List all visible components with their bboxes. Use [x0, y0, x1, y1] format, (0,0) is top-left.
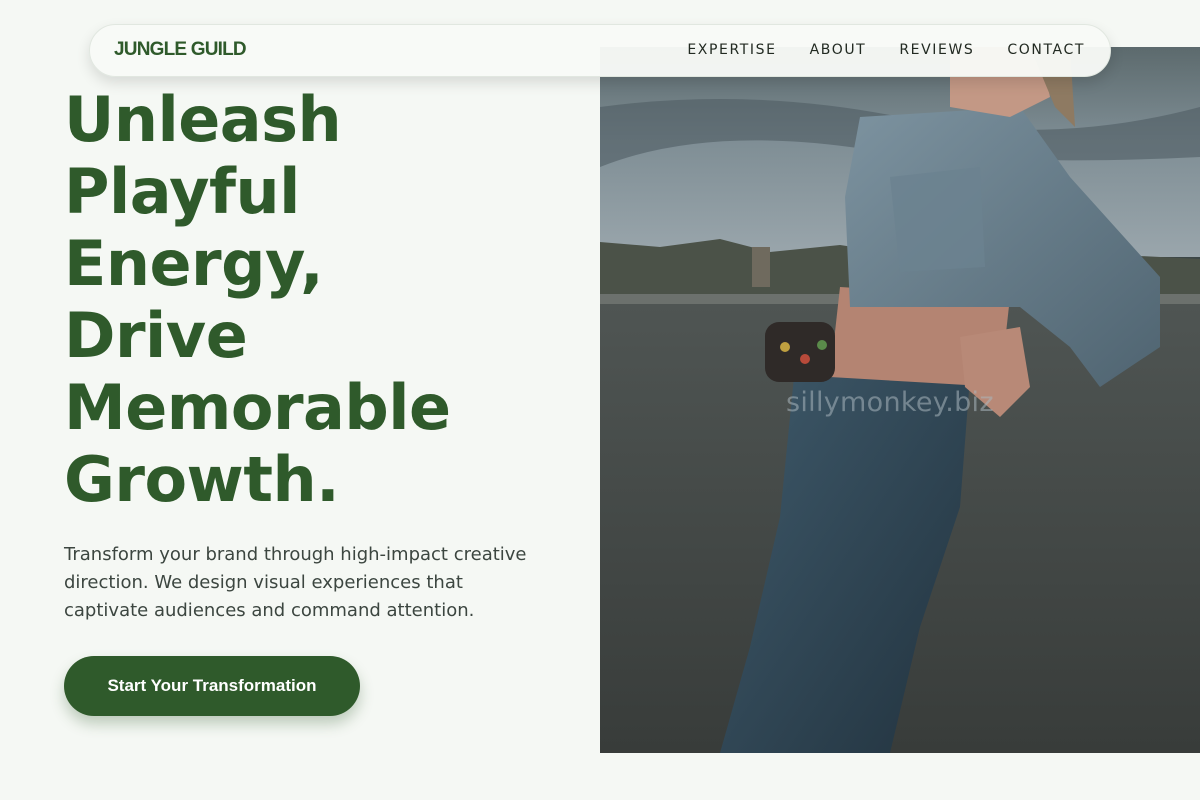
headline-line: Growth.: [64, 443, 340, 516]
headline-line: Playful: [64, 155, 300, 228]
headline-line: Memorable: [64, 371, 451, 444]
brand-logo[interactable]: JUNGLE GUILD: [114, 39, 247, 61]
hero-image: sillymonkey.biz: [600, 47, 1200, 753]
nav-link-contact[interactable]: CONTACT: [1007, 42, 1085, 58]
nav-link-reviews[interactable]: REVIEWS: [899, 42, 974, 58]
headline-line: Unleash: [64, 83, 342, 156]
headline-line: Energy,: [64, 227, 324, 300]
top-navbar: JUNGLE GUILD EXPERTISE ABOUT REVIEWS CON…: [89, 24, 1111, 77]
hero-headline: Unleash Playful Energy, Drive Memorable …: [64, 84, 451, 516]
hero-subtext: Transform your brand through high-impact…: [64, 544, 527, 621]
nav-link-about[interactable]: ABOUT: [810, 42, 867, 58]
nav-link-expertise[interactable]: EXPERTISE: [687, 42, 776, 58]
nav-links: EXPERTISE ABOUT REVIEWS CONTACT: [687, 42, 1085, 58]
headline-line: Drive: [64, 299, 248, 372]
start-transformation-button[interactable]: Start Your Transformation: [64, 656, 360, 716]
image-watermark: sillymonkey.biz: [786, 387, 994, 418]
